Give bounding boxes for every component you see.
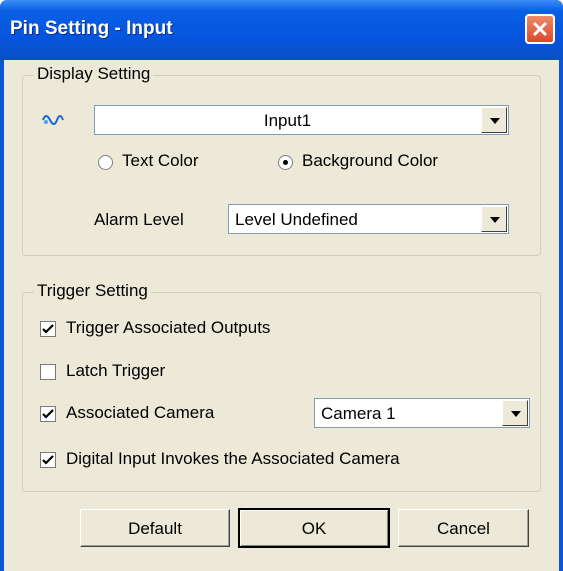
- close-icon: [532, 21, 548, 37]
- associated-camera-value: Camera 1: [321, 404, 396, 423]
- close-button[interactable]: [525, 14, 555, 44]
- checkmark-icon: [42, 324, 54, 334]
- checkmark-icon: [42, 409, 54, 419]
- latch-trigger-checkbox[interactable]: [40, 364, 56, 380]
- ok-button-label: OK: [301, 519, 327, 538]
- window-title: Pin Setting - Input: [10, 18, 173, 39]
- trigger-associated-outputs-checkbox[interactable]: [40, 321, 56, 337]
- associated-camera-dropdown-button[interactable]: [502, 400, 528, 426]
- dialog-body: Display Setting Input1 Text Color Backgr…: [4, 60, 559, 571]
- trigger-setting-legend: Trigger Setting: [34, 281, 151, 301]
- text-color-radio[interactable]: [98, 155, 113, 170]
- signal-wave-icon: [42, 115, 64, 125]
- cancel-button[interactable]: Cancel: [398, 509, 529, 547]
- digital-input-invokes-label[interactable]: Digital Input Invokes the Associated Cam…: [66, 449, 400, 469]
- dialog-window: Pin Setting - Input Display Setting Inpu…: [0, 0, 563, 571]
- ok-button[interactable]: OK: [238, 508, 390, 548]
- trigger-associated-outputs-label[interactable]: Trigger Associated Outputs: [66, 318, 270, 338]
- input-select-dropdown-button[interactable]: [481, 107, 507, 133]
- default-button[interactable]: Default: [80, 509, 230, 547]
- cancel-button-label: Cancel: [437, 519, 490, 538]
- alarm-level-select[interactable]: Level Undefined: [228, 204, 509, 234]
- input-select[interactable]: Input1: [94, 105, 509, 135]
- title-bar[interactable]: Pin Setting - Input: [0, 0, 563, 60]
- display-setting-legend: Display Setting: [34, 64, 154, 84]
- input-select-value: Input1: [263, 111, 312, 130]
- associated-camera-checkbox[interactable]: [40, 406, 56, 422]
- latch-trigger-label[interactable]: Latch Trigger: [66, 361, 165, 381]
- alarm-level-label: Alarm Level: [94, 210, 184, 229]
- background-color-radio[interactable]: [278, 155, 293, 170]
- text-color-label[interactable]: Text Color: [122, 151, 199, 171]
- checkmark-icon: [42, 455, 54, 465]
- alarm-level-value: Level Undefined: [235, 210, 358, 229]
- background-color-label[interactable]: Background Color: [302, 151, 438, 171]
- associated-camera-label[interactable]: Associated Camera: [66, 403, 214, 423]
- digital-input-invokes-checkbox[interactable]: [40, 452, 56, 468]
- default-button-label: Default: [128, 519, 182, 538]
- alarm-level-dropdown-button[interactable]: [481, 206, 507, 232]
- associated-camera-select[interactable]: Camera 1: [314, 398, 530, 428]
